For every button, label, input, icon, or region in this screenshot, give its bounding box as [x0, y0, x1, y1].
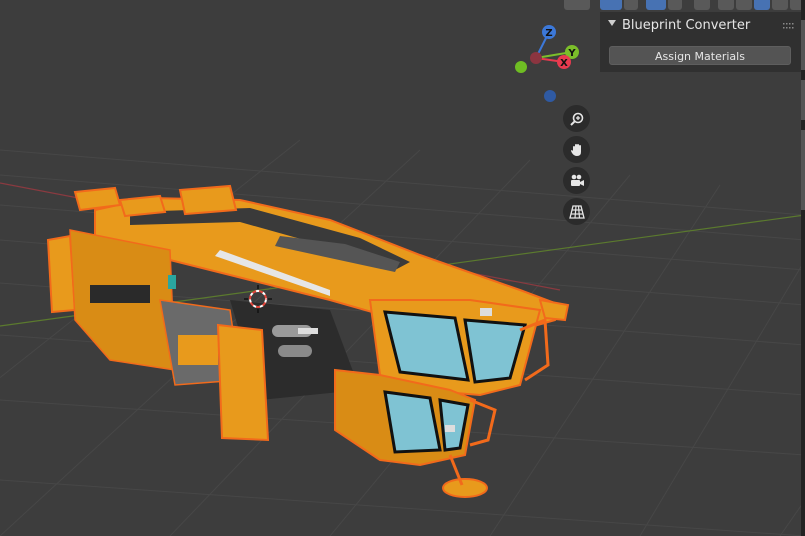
negative-x-axis-handle — [530, 52, 542, 64]
drag-handle-icon[interactable] — [783, 22, 795, 30]
sidebar-tab[interactable] — [801, 80, 805, 120]
material-shading-button[interactable] — [754, 0, 770, 10]
xray-toggle-button[interactable] — [694, 0, 710, 10]
orthographic-toggle-button[interactable] — [563, 198, 590, 225]
sidebar-tab[interactable] — [801, 20, 805, 70]
transform-gizmo-button[interactable] — [600, 0, 622, 10]
select-mode-button[interactable] — [564, 0, 590, 10]
panel-header[interactable]: Blueprint Converter — [600, 12, 801, 38]
sidebar-tab[interactable] — [801, 130, 805, 210]
negative-z-axis-handle — [544, 90, 556, 102]
negative-y-axis-handle — [515, 61, 527, 73]
gizmo-dropdown-button[interactable] — [624, 0, 638, 10]
camera-view-button[interactable] — [563, 167, 590, 194]
panel-title: Blueprint Converter — [622, 18, 751, 33]
assign-materials-button[interactable]: Assign Materials — [609, 46, 791, 65]
zoom-button[interactable] — [563, 105, 590, 132]
3d-cursor-icon[interactable] — [244, 285, 272, 313]
3d-viewport[interactable]: Z Y X Blueprint Converter Assign Materia… — [0, 0, 805, 536]
x-axis-label: X — [560, 58, 568, 69]
z-axis-label: Z — [545, 28, 552, 39]
overlay-dropdown-button[interactable] — [668, 0, 682, 10]
pan-button[interactable] — [563, 136, 590, 163]
spaceship-model[interactable] — [0, 0, 805, 536]
collapse-arrow-icon[interactable] — [608, 20, 616, 26]
camera-icon — [570, 174, 584, 186]
sidebar-tabs — [801, 0, 805, 536]
navigation-gizmo[interactable]: Z Y X — [506, 22, 586, 102]
sidebar-panel: Blueprint Converter Assign Materials — [600, 12, 801, 72]
zoom-icon — [569, 112, 583, 126]
viewport-header — [560, 0, 805, 10]
solid-shading-button[interactable] — [736, 0, 752, 10]
wireframe-shading-button[interactable] — [718, 0, 734, 10]
rendered-shading-button[interactable] — [772, 0, 788, 10]
hand-icon — [570, 143, 581, 156]
overlay-toggle-button[interactable] — [646, 0, 666, 10]
grid-icon — [568, 204, 585, 219]
